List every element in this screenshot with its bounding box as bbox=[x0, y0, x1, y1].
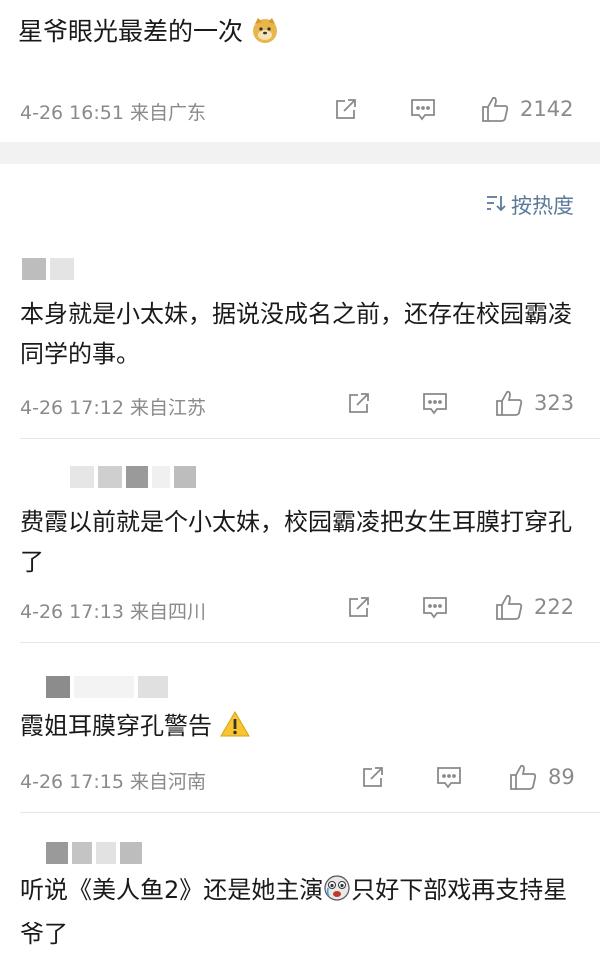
comment-item: 霞姐耳膜穿孔警告 4-26 17:15 来自河南 89 bbox=[0, 672, 600, 813]
comment-item: 听说《美人鱼2》还是她主演 只好下部戏再支持星爷了 bbox=[0, 838, 600, 967]
comment-text-line: 霞姐耳膜穿孔警告 bbox=[20, 706, 590, 750]
post: 星爷眼光最差的一次 4-26 16:51 来自广东 2142 bbox=[0, 0, 600, 140]
post-meta: 4-26 16:51 来自广东 bbox=[20, 102, 206, 124]
like-button[interactable]: 89 bbox=[508, 762, 575, 792]
like-button[interactable]: 323 bbox=[494, 388, 574, 418]
comment-icon[interactable] bbox=[421, 390, 449, 416]
doge-emoji-icon bbox=[251, 16, 279, 54]
comment-text: 本身就是小太妹，据说没成名之前，还存在校园霸凌同学的事。 bbox=[20, 300, 572, 368]
sort-button[interactable]: 按热度 bbox=[485, 190, 574, 220]
thumbs-up-icon bbox=[508, 762, 538, 792]
divider bbox=[20, 642, 600, 643]
post-text: 星爷眼光最差的一次 bbox=[18, 17, 244, 46]
thumbs-up-icon bbox=[480, 94, 510, 124]
comment-text: 听说《美人鱼2》还是她主演 bbox=[20, 876, 324, 904]
comment-text: 费霞以前就是个小太妹，校园霸凌把女生耳膜打穿孔了 bbox=[20, 508, 572, 576]
share-icon[interactable] bbox=[346, 594, 372, 620]
like-button[interactable]: 2142 bbox=[480, 94, 573, 124]
like-count: 2142 bbox=[520, 97, 574, 121]
share-icon[interactable] bbox=[360, 764, 386, 790]
thumbs-up-icon bbox=[494, 388, 524, 418]
sort-label: 按热度 bbox=[511, 194, 574, 218]
section-divider bbox=[0, 142, 600, 164]
cry-emoji-icon bbox=[323, 874, 351, 914]
comment-text: 霞姐耳膜穿孔警告 bbox=[20, 712, 212, 740]
sort-icon bbox=[485, 192, 507, 219]
like-count: 89 bbox=[548, 765, 575, 789]
share-icon[interactable] bbox=[346, 390, 372, 416]
blurred-username bbox=[46, 676, 168, 698]
comment-text-line: 听说《美人鱼2》还是她主演 只好下部戏再支持星爷了 bbox=[20, 870, 590, 954]
comment-meta: 4-26 17:15 来自河南 bbox=[20, 771, 206, 793]
like-count: 222 bbox=[534, 595, 575, 619]
like-button[interactable]: 222 bbox=[494, 592, 574, 622]
comment-meta: 4-26 17:13 来自四川 bbox=[20, 601, 206, 623]
blurred-username bbox=[22, 258, 74, 280]
share-icon[interactable] bbox=[333, 96, 359, 122]
comment-icon[interactable] bbox=[421, 594, 449, 620]
blurred-username bbox=[70, 466, 196, 488]
post-text-line: 星爷眼光最差的一次 bbox=[18, 14, 279, 54]
comment-item: 费霞以前就是个小太妹，校园霸凌把女生耳膜打穿孔了 4-26 17:13 来自四川… bbox=[0, 462, 600, 643]
divider bbox=[20, 438, 600, 439]
divider bbox=[20, 812, 600, 813]
comment-icon[interactable] bbox=[435, 764, 463, 790]
like-count: 323 bbox=[534, 391, 575, 415]
blurred-username bbox=[46, 842, 142, 864]
thumbs-up-icon bbox=[494, 592, 524, 622]
comment-meta: 4-26 17:12 来自江苏 bbox=[20, 397, 206, 419]
warning-emoji-icon bbox=[219, 710, 250, 750]
comment-item: 本身就是小太妹，据说没成名之前，还存在校园霸凌同学的事。 4-26 17:12 … bbox=[0, 250, 600, 440]
comment-icon[interactable] bbox=[409, 96, 437, 122]
